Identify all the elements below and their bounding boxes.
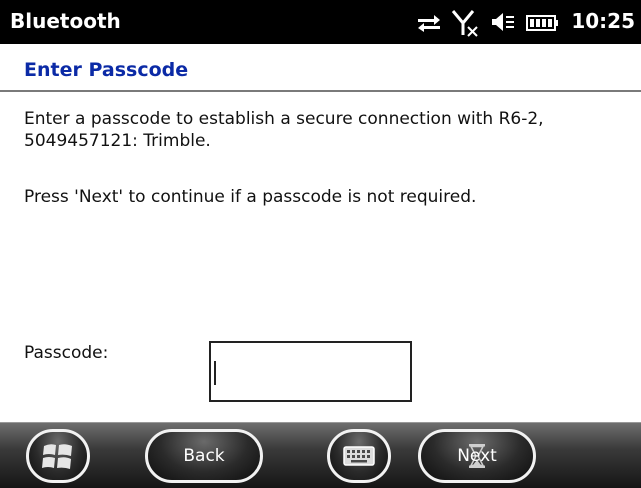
app-title: Bluetooth [10,9,121,33]
instruction-text: Enter a passcode to establish a secure c… [24,109,544,151]
back-button-label: Back [183,446,225,466]
passcode-input[interactable] [209,341,412,402]
no-signal-icon [451,10,478,37]
clock: 10:25 [571,9,635,33]
page-header: Enter Passcode [0,44,641,90]
text-caret [214,361,216,385]
speaker-muted-icon [492,13,514,31]
next-button-label: Next [457,446,497,466]
menu-bar: Back Next [0,422,641,488]
keyboard-icon [343,446,375,466]
header-divider [0,90,641,92]
data-sync-icon [418,15,440,32]
title-bar: Bluetooth 10:25 [0,0,641,44]
passcode-label: Passcode: [24,343,109,363]
start-button[interactable] [26,429,90,483]
hint-text: Press 'Next' to continue if a passcode i… [24,187,477,207]
next-button[interactable]: Next [418,429,536,483]
keyboard-button[interactable] [327,429,391,483]
windows-logo-icon [42,444,72,469]
page-title: Enter Passcode [24,59,189,81]
battery-icon [526,15,558,31]
back-button[interactable]: Back [145,429,263,483]
